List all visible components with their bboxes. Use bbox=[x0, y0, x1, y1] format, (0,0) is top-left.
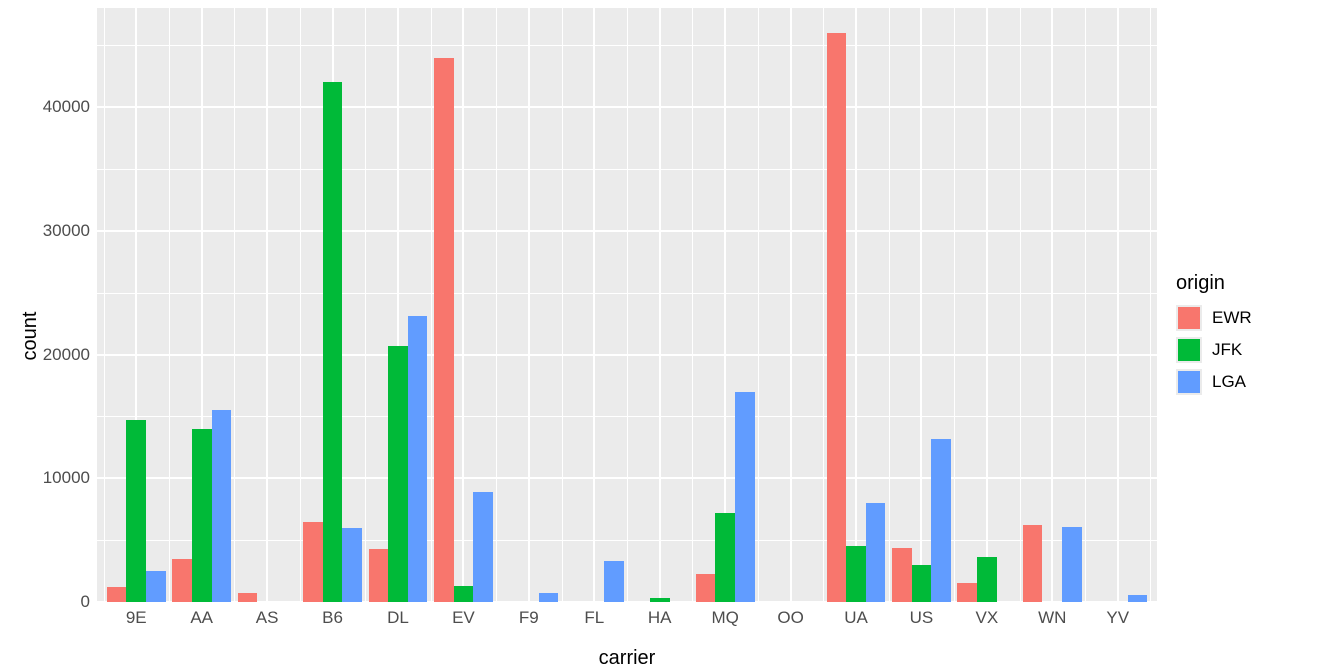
y-tick-label: 40000 bbox=[0, 97, 90, 117]
bar bbox=[408, 316, 428, 602]
bar bbox=[369, 549, 389, 602]
bar bbox=[473, 492, 493, 602]
bar bbox=[146, 571, 166, 602]
bar bbox=[650, 598, 670, 602]
x-tick-label: OO bbox=[777, 608, 803, 628]
bar bbox=[126, 420, 146, 602]
bar bbox=[846, 546, 866, 602]
gridline-v-minor bbox=[431, 8, 432, 602]
x-tick-label: AA bbox=[190, 608, 213, 628]
bar bbox=[323, 82, 343, 602]
gridline-v bbox=[528, 8, 530, 602]
gridline-v bbox=[1117, 8, 1119, 602]
bar bbox=[604, 561, 624, 602]
x-tick-label: B6 bbox=[322, 608, 343, 628]
gridline-v bbox=[855, 8, 857, 602]
x-tick-label: EV bbox=[452, 608, 475, 628]
x-axis-title: carrier bbox=[97, 647, 1157, 670]
bar bbox=[388, 346, 408, 602]
bar bbox=[977, 557, 997, 602]
legend-item: EWR bbox=[1176, 305, 1336, 331]
bar bbox=[434, 58, 454, 603]
bar bbox=[892, 548, 912, 602]
gridline-v-minor bbox=[496, 8, 497, 602]
gridline-v-minor bbox=[954, 8, 955, 602]
bar bbox=[1062, 527, 1082, 602]
legend: origin EWR JFK LGA bbox=[1176, 0, 1336, 672]
x-tick-label: 9E bbox=[126, 608, 147, 628]
bar bbox=[1128, 595, 1148, 602]
y-tick-label: 20000 bbox=[0, 345, 90, 365]
gridline-v-minor bbox=[562, 8, 563, 602]
legend-label: EWR bbox=[1212, 308, 1252, 328]
bar bbox=[912, 565, 932, 602]
bar bbox=[212, 410, 232, 602]
plot-panel bbox=[97, 8, 1157, 602]
bar bbox=[454, 586, 474, 602]
bar bbox=[303, 522, 323, 602]
bar bbox=[715, 513, 735, 602]
legend-key-icon bbox=[1176, 369, 1202, 395]
legend-item: LGA bbox=[1176, 369, 1336, 395]
y-tick-label: 30000 bbox=[0, 221, 90, 241]
gridline-v bbox=[266, 8, 268, 602]
legend-key-icon bbox=[1176, 337, 1202, 363]
x-tick-label: HA bbox=[648, 608, 672, 628]
bar bbox=[957, 583, 977, 602]
gridline-v-minor bbox=[1150, 8, 1151, 602]
gridline-v-minor bbox=[823, 8, 824, 602]
bar bbox=[827, 33, 847, 602]
bar bbox=[192, 429, 212, 602]
legend-item: JFK bbox=[1176, 337, 1336, 363]
legend-title: origin bbox=[1176, 272, 1336, 295]
bar bbox=[238, 593, 258, 602]
y-axis-tick-labels: 010000200003000040000 bbox=[0, 8, 90, 602]
bar bbox=[931, 439, 951, 602]
x-tick-label: AS bbox=[256, 608, 279, 628]
x-tick-label: UA bbox=[844, 608, 868, 628]
x-tick-label: VX bbox=[976, 608, 999, 628]
x-tick-label: US bbox=[910, 608, 934, 628]
x-tick-label: FL bbox=[584, 608, 604, 628]
gridline-v-minor bbox=[627, 8, 628, 602]
gridline-v bbox=[920, 8, 922, 602]
x-tick-label: WN bbox=[1038, 608, 1066, 628]
gridline-v bbox=[659, 8, 661, 602]
bar bbox=[107, 587, 127, 602]
bar bbox=[866, 503, 886, 602]
gridline-v bbox=[1051, 8, 1053, 602]
bar bbox=[342, 528, 362, 602]
gridline-v-minor bbox=[758, 8, 759, 602]
x-tick-label: DL bbox=[387, 608, 409, 628]
y-tick-label: 0 bbox=[0, 592, 90, 612]
bar bbox=[1023, 525, 1043, 602]
x-axis-tick-labels: 9E AA AS B6 DL EV F9 FL HA MQ OO UA US VX WN YV bbox=[97, 608, 1157, 638]
chart-figure: count 010000200003000040000 9EAAASB6DLEV… bbox=[0, 0, 1344, 672]
x-tick-label: MQ bbox=[711, 608, 738, 628]
gridline-v-minor bbox=[104, 8, 105, 602]
legend-key-icon bbox=[1176, 305, 1202, 331]
gridline-v-minor bbox=[169, 8, 170, 602]
gridline-v-minor bbox=[1085, 8, 1086, 602]
gridline-v-minor bbox=[300, 8, 301, 602]
bar bbox=[696, 574, 716, 602]
bar bbox=[539, 593, 559, 602]
gridline-v-minor bbox=[365, 8, 366, 602]
gridline-v bbox=[593, 8, 595, 602]
gridline-v-minor bbox=[1020, 8, 1021, 602]
gridline-v bbox=[790, 8, 792, 602]
bar bbox=[172, 559, 192, 602]
legend-label: JFK bbox=[1212, 340, 1242, 360]
gridline-v-minor bbox=[234, 8, 235, 602]
x-tick-label: YV bbox=[1106, 608, 1129, 628]
x-tick-label: F9 bbox=[519, 608, 539, 628]
gridline-v bbox=[986, 8, 988, 602]
y-tick-label: 10000 bbox=[0, 468, 90, 488]
gridline-v-minor bbox=[889, 8, 890, 602]
bar bbox=[735, 392, 755, 602]
gridline-v-minor bbox=[692, 8, 693, 602]
gridline-v bbox=[462, 8, 464, 602]
legend-label: LGA bbox=[1212, 372, 1246, 392]
